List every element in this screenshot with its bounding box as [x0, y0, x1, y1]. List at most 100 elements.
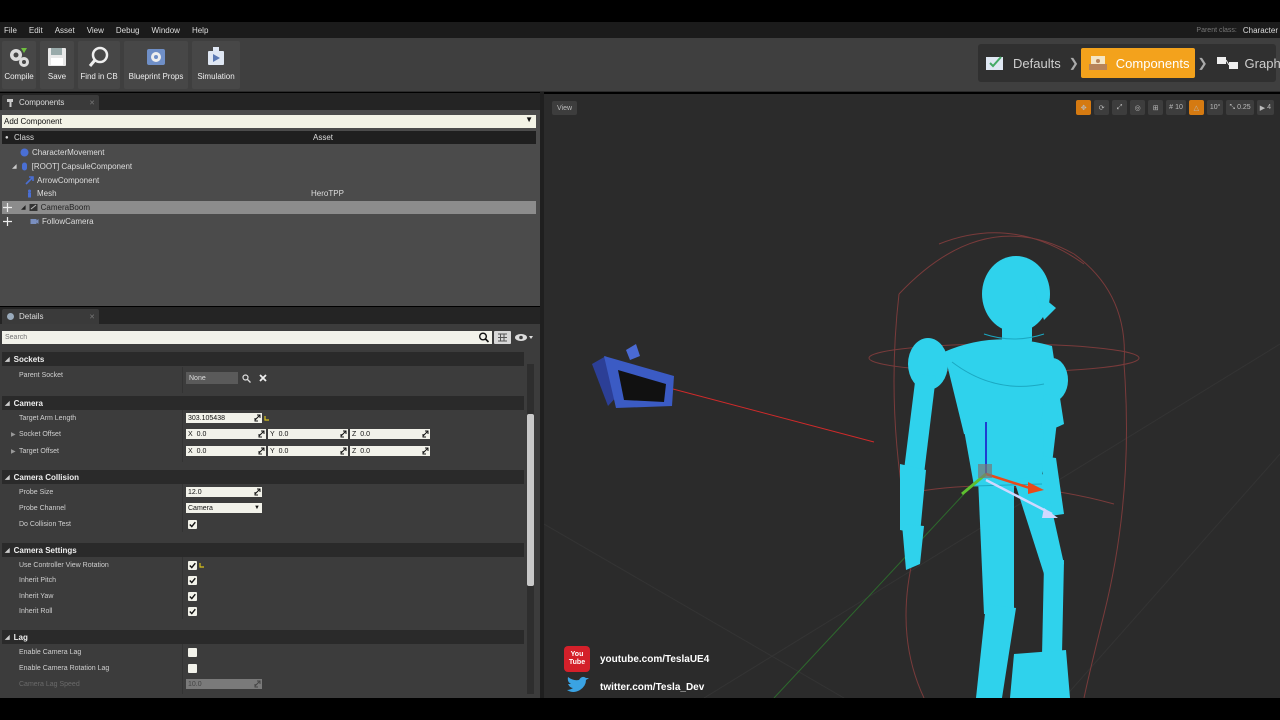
probe-channel-combo[interactable]: Camera ▼: [186, 503, 262, 513]
spin-arrows-icon[interactable]: [422, 430, 429, 438]
eye-icon[interactable]: [514, 332, 534, 343]
category-camera[interactable]: ◢ Camera: [2, 396, 524, 410]
compile-button[interactable]: Compile: [2, 41, 36, 89]
rotation-snap-toggle[interactable]: △: [1188, 100, 1204, 115]
category-camera-settings[interactable]: ◢ Camera Settings: [2, 543, 524, 557]
tree-row-followcamera[interactable]: FollowCamera: [2, 215, 536, 228]
youtube-logo-top: You: [570, 651, 584, 658]
tree-row-mesh[interactable]: Mesh HeroTPP: [2, 187, 536, 200]
youtube-link[interactable]: youtube.com/TeslaUE4: [600, 654, 709, 665]
mode-graph[interactable]: Graph: [1210, 48, 1280, 78]
column-asset[interactable]: Asset: [313, 133, 333, 142]
expand-triangle-icon[interactable]: ▶: [11, 448, 16, 455]
category-camera-collision-title: Camera Collision: [13, 472, 79, 482]
mode-components[interactable]: Components: [1080, 48, 1196, 78]
target-offset-y-input[interactable]: Y 0.0: [268, 446, 348, 456]
socket-offset-y-input[interactable]: Y 0.0: [268, 429, 348, 439]
mode-defaults[interactable]: Defaults: [978, 48, 1067, 78]
use-controller-view-rotation-checkbox[interactable]: [188, 561, 197, 570]
world-local-toggle[interactable]: ◎: [1130, 100, 1146, 115]
blueprint-props-button[interactable]: Blueprint Props: [124, 41, 188, 89]
inherit-roll-checkbox[interactable]: [188, 607, 197, 616]
scale-snap-toggle[interactable]: ⤡ 0.25: [1226, 100, 1254, 115]
do-collision-test-checkbox[interactable]: [188, 520, 197, 529]
tab-details[interactable]: Details ✕: [2, 309, 99, 324]
rotation-snap-value: 10°: [1209, 104, 1221, 111]
enable-camera-rotation-lag-checkbox[interactable]: [188, 664, 197, 673]
camera-speed-button[interactable]: ▶ 4: [1256, 100, 1274, 115]
scale-snap-icon: ⤡: [1229, 103, 1236, 111]
save-label: Save: [47, 72, 67, 81]
parent-socket-field[interactable]: None: [186, 372, 238, 384]
viewport-scene: [544, 232, 1280, 698]
category-lag[interactable]: ◢ Lag: [2, 630, 524, 644]
spin-arrows-icon[interactable]: [254, 488, 261, 496]
camera-component-icon: [30, 219, 39, 224]
target-offset-z-input[interactable]: Z 0.0: [350, 446, 430, 456]
scrollbar-thumb[interactable]: [527, 414, 534, 586]
probe-size-input[interactable]: 12.0: [186, 487, 262, 497]
tree-row-charactermovement[interactable]: CharacterMovement: [2, 146, 536, 159]
rotation-snap-value-button[interactable]: 10°: [1206, 100, 1224, 115]
inherit-pitch-checkbox[interactable]: [188, 576, 197, 585]
menu-debug[interactable]: Debug: [112, 26, 148, 35]
details-scrollbar[interactable]: [527, 364, 534, 694]
clear-x-icon[interactable]: [259, 374, 267, 382]
spin-arrows-icon[interactable]: [258, 430, 265, 438]
menu-view[interactable]: View: [83, 26, 112, 35]
browse-search-icon[interactable]: [242, 374, 251, 383]
socket-offset-x-input[interactable]: X 0.0: [186, 429, 266, 439]
target-arm-length-input[interactable]: 303.105438: [186, 413, 262, 423]
save-button[interactable]: Save: [40, 41, 74, 89]
chevron-down-icon: ▼: [525, 115, 533, 124]
details-search-input[interactable]: [2, 331, 492, 344]
menu-file[interactable]: File: [0, 26, 25, 35]
enable-camera-lag-checkbox[interactable]: [188, 648, 197, 657]
expand-triangle-icon[interactable]: ◢: [12, 163, 17, 170]
menu-window[interactable]: Window: [147, 26, 187, 35]
twitter-link[interactable]: twitter.com/Tesla_Dev: [600, 682, 704, 693]
tree-row-arrowcomponent[interactable]: ArrowComponent: [2, 174, 536, 187]
grid-snap-toggle[interactable]: # 10: [1166, 100, 1186, 115]
find-in-cb-button[interactable]: Find in CB: [78, 41, 120, 89]
viewport[interactable]: View ✥ ⟳ ⤢ ◎ ⊞ # 10 △ 10° ⤡ 0.25 ▶ 4 You…: [544, 94, 1280, 698]
translate-tool[interactable]: ✥: [1076, 100, 1092, 115]
tree-row-capsulecomponent[interactable]: ◢ [ROOT] CapsuleComponent: [2, 160, 536, 173]
surface-snap-toggle[interactable]: ⊞: [1148, 100, 1164, 115]
menu-edit[interactable]: Edit: [25, 26, 51, 35]
spin-arrows-icon[interactable]: [258, 447, 265, 455]
inherit-yaw-checkbox[interactable]: [188, 592, 197, 601]
simulation-button[interactable]: Simulation: [192, 41, 240, 89]
expand-triangle-icon[interactable]: ◢: [21, 204, 26, 211]
view-options-button[interactable]: View: [552, 101, 578, 115]
menu-help[interactable]: Help: [188, 26, 216, 35]
add-component-dropdown[interactable]: Add Component ▼: [2, 115, 536, 128]
category-sockets[interactable]: ◢ Sockets: [2, 352, 524, 366]
spin-arrows-icon[interactable]: [340, 447, 347, 455]
close-icon[interactable]: ✕: [89, 99, 95, 107]
tab-components[interactable]: Components ✕: [2, 95, 99, 110]
tree-row-label: FollowCamera: [42, 217, 94, 226]
scale-tool[interactable]: ⤢: [1112, 100, 1128, 115]
move-handle-icon[interactable]: [3, 203, 12, 212]
reset-to-default-icon[interactable]: [264, 415, 270, 421]
socket-offset-z-input[interactable]: Z 0.0: [350, 429, 430, 439]
prop-label: Parent Socket: [19, 371, 63, 379]
prop-probe-channel: Probe Channel Camera ▼: [2, 500, 524, 516]
reset-to-default-icon[interactable]: [199, 562, 205, 568]
spin-arrows-icon[interactable]: [422, 447, 429, 455]
search-icon[interactable]: [478, 332, 490, 343]
rotate-tool[interactable]: ⟳: [1094, 100, 1110, 115]
move-handle-icon[interactable]: [3, 217, 12, 226]
tree-row-cameraboom[interactable]: ◢ CameraBoom: [2, 201, 536, 214]
target-offset-x-input[interactable]: X 0.0: [186, 446, 266, 456]
close-icon[interactable]: ✕: [89, 313, 95, 321]
spin-arrows-icon[interactable]: [254, 414, 261, 422]
menu-asset[interactable]: Asset: [51, 26, 83, 35]
spin-arrows-icon[interactable]: [340, 430, 347, 438]
category-camera-collision[interactable]: ◢ Camera Collision: [2, 470, 524, 484]
expand-triangle-icon[interactable]: ▶: [11, 431, 16, 438]
column-class[interactable]: Class: [2, 133, 313, 142]
property-matrix-button[interactable]: [494, 331, 511, 344]
camera-model[interactable]: [592, 344, 674, 408]
